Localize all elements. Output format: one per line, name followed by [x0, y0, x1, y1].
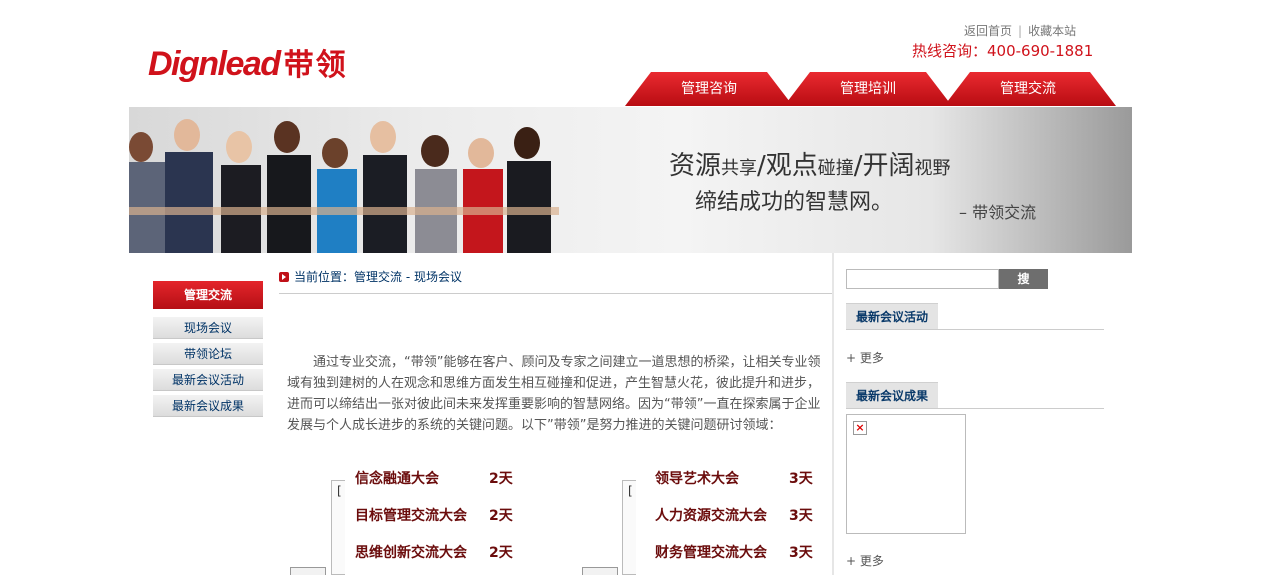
topic-item[interactable]: 信念融通大会	[355, 468, 439, 488]
bracket-glyph: [	[337, 484, 342, 498]
slogan-part: 碰撞	[817, 158, 854, 179]
topic-duration: 3天	[789, 471, 813, 487]
topic-item[interactable]: 领导艺术大会	[655, 468, 739, 488]
sidebar-item-latest-activities[interactable]: 最新会议活动	[153, 369, 263, 391]
slogan-part: 视野	[914, 158, 951, 179]
nav-tab-exchange[interactable]: 管理交流	[944, 72, 1116, 106]
slogan-part: /开阔	[853, 151, 915, 181]
section-title-latest-results: 最新会议成果	[846, 382, 939, 408]
banner-signature: – 带领交流	[959, 203, 1037, 222]
topic-stub	[582, 567, 618, 575]
divider	[846, 408, 1104, 409]
nav-tab-consulting[interactable]: 管理咨询	[625, 72, 793, 106]
topic-item[interactable]: 目标管理交流大会	[355, 505, 467, 525]
logo-text-en: Dignlead	[148, 45, 281, 83]
nav-tab-label: 管理培训	[840, 81, 896, 97]
topic-duration: 3天	[789, 545, 813, 561]
slogan-part: 资源	[669, 151, 722, 181]
nav-tab-label: 管理交流	[1000, 81, 1056, 97]
bracket-glyph: [	[628, 484, 633, 498]
business-people-photo	[129, 119, 559, 253]
top-links: 返回首页 | 收藏本站	[964, 22, 1076, 39]
sidebar-item-onsite-meeting[interactable]: 现场会议	[153, 317, 263, 339]
broken-image-icon: ×	[853, 421, 867, 435]
topic-duration: 2天	[489, 471, 513, 487]
topic-item[interactable]: 财务管理交流大会	[655, 542, 767, 562]
more-link-activities[interactable]: + 更多	[846, 349, 884, 366]
brand-logo[interactable]: Dignlead 带领	[148, 40, 348, 84]
topic-item[interactable]: 人力资源交流大会	[655, 505, 767, 525]
sidebar-item-forum[interactable]: 带领论坛	[153, 343, 263, 365]
divider	[279, 293, 834, 294]
search-input[interactable]	[846, 269, 999, 289]
logo-text-cn: 带领	[283, 48, 348, 83]
divider	[846, 329, 1104, 330]
topic-stub	[290, 567, 326, 575]
slogan-part: /观点	[757, 151, 818, 181]
nav-tab-training[interactable]: 管理培训	[784, 72, 952, 106]
home-link[interactable]: 返回首页	[964, 24, 1012, 38]
hero-banner: 资源共享/观点碰撞/开阔视野 缔结成功的智慧网。 – 带领交流	[129, 107, 1132, 253]
banner-slogan-line2: 缔结成功的智慧网。	[695, 190, 894, 215]
nav-tab-label: 管理咨询	[681, 81, 737, 97]
banner-slogan-line1: 资源共享/观点碰撞/开阔视野	[669, 145, 951, 182]
topic-duration: 2天	[489, 508, 513, 524]
hotline-text: 热线咨询：400-690-1881	[912, 42, 1094, 60]
search-button[interactable]: 搜 索	[999, 269, 1048, 306]
slogan-part: 共享	[721, 158, 758, 179]
breadcrumb: 当前位置：管理交流 - 现场会议	[279, 268, 462, 285]
breadcrumb-text: 当前位置：管理交流 - 现场会议	[294, 270, 462, 284]
section-title-latest-activities: 最新会议活动	[846, 303, 939, 329]
sidebar-item-latest-results[interactable]: 最新会议成果	[153, 395, 263, 417]
result-image-frame[interactable]: ×	[846, 414, 966, 534]
more-link-results[interactable]: + 更多	[846, 552, 884, 569]
topic-duration: 2天	[489, 545, 513, 561]
sidebar-heading: 管理交流	[153, 281, 263, 309]
link-separator: |	[1018, 24, 1023, 38]
intro-paragraph: 通过专业交流，“带领”能够在客户、顾问及专家之间建立一道思想的桥梁，让相关专业领…	[287, 355, 821, 433]
column-divider	[832, 253, 834, 575]
topic-item[interactable]: 思维创新交流大会	[355, 542, 467, 562]
topic-duration: 3天	[789, 508, 813, 524]
bookmark-link[interactable]: 收藏本站	[1028, 24, 1076, 38]
arrow-icon	[279, 272, 289, 282]
